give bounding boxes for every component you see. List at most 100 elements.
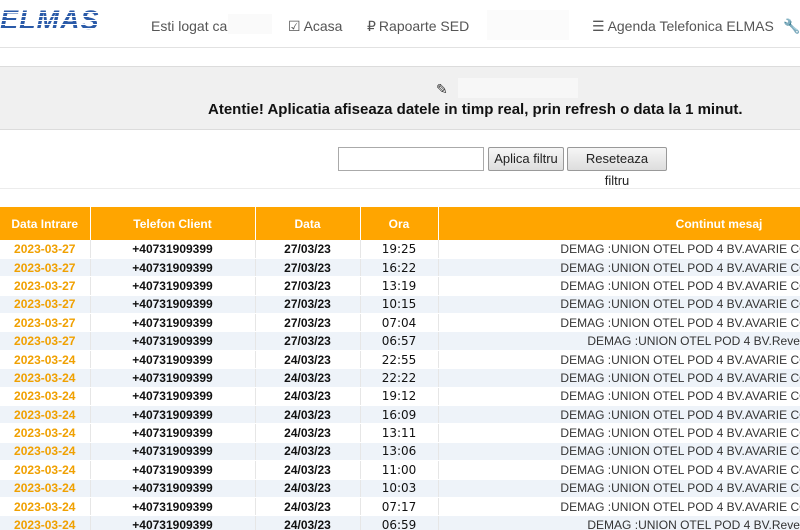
cell-ora: 06:59 <box>360 515 439 530</box>
table-row[interactable]: 2023-03-24 +40731909399 24/03/23 22:22 DEMAG… <box>0 368 800 388</box>
cell-data-intrare: 2023-03-27 <box>0 240 91 259</box>
cell-mesaj: DEMAG :UNION OTEL POD 4 BV.AVARIE CONVER… <box>438 479 800 498</box>
logo[interactable]: ELMAS <box>0 5 100 35</box>
cell-mesaj: DEMAG :UNION OTEL POD 4 BV.AVARIE CONVER… <box>438 258 800 278</box>
cell-mesaj: DEMAG :UNION OTEL POD 4 BV.AVARIE CONVER… <box>438 497 800 517</box>
table-row[interactable]: 2023-03-24 +40731909399 24/03/23 06:59 DEMAG… <box>0 515 800 530</box>
table-row[interactable]: 2023-03-24 +40731909399 24/03/23 22:55 DEMAG… <box>0 350 800 370</box>
cell-data: 24/03/23 <box>255 368 361 388</box>
cell-data-intrare: 2023-03-27 <box>0 313 91 333</box>
cell-mesaj: DEMAG :UNION OTEL POD 4 BV.AVARIE CONVER… <box>438 313 800 333</box>
table-row[interactable]: 2023-03-27 +40731909399 27/03/23 07:04 DEMAG… <box>0 313 800 333</box>
header-data-intrare[interactable]: Data Intrare <box>0 207 91 240</box>
table-row[interactable]: 2023-03-27 +40731909399 27/03/23 13:19 DEMAG… <box>0 276 800 296</box>
navbar: ELMAS Esti logat ca: ☑ Acasa ₽ Rapoarte SE… <box>0 0 800 48</box>
cell-telefon: +40731909399 <box>90 258 256 278</box>
cell-mesaj: DEMAG :UNION OTEL POD 4 BV.AVARIE CONVER… <box>438 240 800 259</box>
cell-data: 27/03/23 <box>255 313 361 333</box>
header-telefon-client[interactable]: Telefon Client <box>90 207 256 240</box>
edit-icon: ✎ <box>436 81 448 97</box>
cell-data: 27/03/23 <box>255 276 361 296</box>
cell-mesaj: DEMAG :UNION OTEL POD 4 BV.Revenire rete… <box>438 331 800 351</box>
cell-mesaj: DEMAG :UNION OTEL POD 4 BV.AVARIE CONVER… <box>438 387 800 407</box>
messages-table: Data Intrare Telefon Client Data Ora Con… <box>0 207 800 530</box>
cell-data-intrare: 2023-03-24 <box>0 368 91 388</box>
cell-telefon: +40731909399 <box>90 240 256 259</box>
cell-telefon: +40731909399 <box>90 276 256 296</box>
table-row[interactable]: 2023-03-27 +40731909399 27/03/23 06:57 DEMAG… <box>0 331 800 351</box>
table-row[interactable]: 2023-03-24 +40731909399 24/03/23 13:06 DEMAG… <box>0 442 800 462</box>
cell-telefon: +40731909399 <box>90 295 256 315</box>
cell-ora: 22:22 <box>360 368 439 388</box>
cell-data: 27/03/23 <box>255 240 361 259</box>
filter-input[interactable] <box>338 147 484 171</box>
reset-filter-button[interactable]: Reseteaza filtru <box>567 147 667 188</box>
table-row[interactable]: 2023-03-27 +40731909399 27/03/23 16:22 DEMAG… <box>0 258 800 278</box>
cell-mesaj: DEMAG :UNION OTEL POD 4 BV.AVARIE CONVER… <box>438 368 800 388</box>
cell-ora: 11:00 <box>360 460 439 480</box>
cell-data-intrare: 2023-03-24 <box>0 497 91 517</box>
cell-telefon: +40731909399 <box>90 423 256 443</box>
cell-telefon: +40731909399 <box>90 368 256 388</box>
cell-data: 27/03/23 <box>255 295 361 315</box>
cell-ora: 10:15 <box>360 295 439 315</box>
table-row[interactable]: 2023-03-27 +40731909399 27/03/23 10:15 DEMAG… <box>0 295 800 315</box>
nav-blank-area <box>487 10 569 40</box>
table-row[interactable]: 2023-03-24 +40731909399 24/03/23 16:09 DEMAG… <box>0 405 800 425</box>
table-header-row: Data Intrare Telefon Client Data Ora Con… <box>0 207 800 240</box>
list-icon: ☰ <box>592 18 605 34</box>
header-data[interactable]: Data <box>255 207 361 240</box>
cell-data-intrare: 2023-03-27 <box>0 276 91 296</box>
table-row[interactable]: 2023-03-24 +40731909399 24/03/23 11:00 DEMAG… <box>0 460 800 480</box>
cell-data-intrare: 2023-03-24 <box>0 405 91 425</box>
cell-telefon: +40731909399 <box>90 497 256 517</box>
ruble-icon: ₽ <box>367 18 376 34</box>
cell-ora: 10:03 <box>360 479 439 498</box>
header-continut-mesaj[interactable]: Continut mesaj <box>438 207 800 240</box>
settings-link[interactable]: 🔧 <box>783 17 800 35</box>
nav-rapoarte-sed[interactable]: ₽ Rapoarte SED <box>367 17 469 35</box>
cell-telefon: +40731909399 <box>90 350 256 370</box>
cell-telefon: +40731909399 <box>90 479 256 498</box>
cell-mesaj: DEMAG :UNION OTEL POD 4 BV.AVARIE CONVER… <box>438 423 800 443</box>
cell-telefon: +40731909399 <box>90 460 256 480</box>
alert-banner: ✎ Atentie! Aplicatia afiseaza datele in … <box>0 66 800 130</box>
alert-message: Atentie! Aplicatia afiseaza datele in ti… <box>208 101 743 118</box>
table-row[interactable]: 2023-03-27 +40731909399 27/03/23 19:25 DEMAG… <box>0 240 800 259</box>
check-square-icon: ☑ <box>288 18 301 34</box>
cell-data-intrare: 2023-03-24 <box>0 479 91 498</box>
cell-data: 24/03/23 <box>255 460 361 480</box>
cell-data: 27/03/23 <box>255 258 361 278</box>
nav-acasa[interactable]: ☑ Acasa <box>288 17 342 35</box>
cell-ora: 16:22 <box>360 258 439 278</box>
cell-data-intrare: 2023-03-24 <box>0 442 91 462</box>
table-row[interactable]: 2023-03-24 +40731909399 24/03/23 13:11 DEMAG… <box>0 423 800 443</box>
messages-table-container: Data Intrare Telefon Client Data Ora Con… <box>0 207 800 530</box>
header-ora[interactable]: Ora <box>360 207 439 240</box>
cell-mesaj: DEMAG :UNION OTEL POD 4 BV.AVARIE CONVER… <box>438 460 800 480</box>
nav-agenda[interactable]: ☰ Agenda Telefonica ELMAS <box>592 17 774 35</box>
cell-telefon: +40731909399 <box>90 331 256 351</box>
cell-data-intrare: 2023-03-27 <box>0 258 91 278</box>
cell-data: 24/03/23 <box>255 423 361 443</box>
table-row[interactable]: 2023-03-24 +40731909399 24/03/23 10:03 DEMAG… <box>0 479 800 498</box>
cell-ora: 19:25 <box>360 240 439 259</box>
apply-filter-button[interactable]: Aplica filtru <box>488 147 564 171</box>
cell-data: 24/03/23 <box>255 387 361 407</box>
cell-data-intrare: 2023-03-27 <box>0 295 91 315</box>
cell-mesaj: DEMAG :UNION OTEL POD 4 BV.AVARIE CONVER… <box>438 442 800 462</box>
table-row[interactable]: 2023-03-24 +40731909399 24/03/23 07:17 DEMAG… <box>0 497 800 517</box>
cell-ora: 06:57 <box>360 331 439 351</box>
logged-in-label: Esti logat ca: <box>151 18 232 34</box>
cell-ora: 07:17 <box>360 497 439 517</box>
cell-mesaj: DEMAG :UNION OTEL POD 4 BV.AVARIE CONVER… <box>438 405 800 425</box>
cell-telefon: +40731909399 <box>90 313 256 333</box>
alert-title-placeholder <box>458 78 578 98</box>
wrench-icon: 🔧 <box>783 18 800 34</box>
cell-data: 24/03/23 <box>255 405 361 425</box>
cell-ora: 13:11 <box>360 423 439 443</box>
cell-mesaj: DEMAG :UNION OTEL POD 4 BV.Revenire rete… <box>438 515 800 530</box>
cell-ora: 07:04 <box>360 313 439 333</box>
table-row[interactable]: 2023-03-24 +40731909399 24/03/23 19:12 DEMAG… <box>0 387 800 407</box>
divider <box>0 188 800 189</box>
